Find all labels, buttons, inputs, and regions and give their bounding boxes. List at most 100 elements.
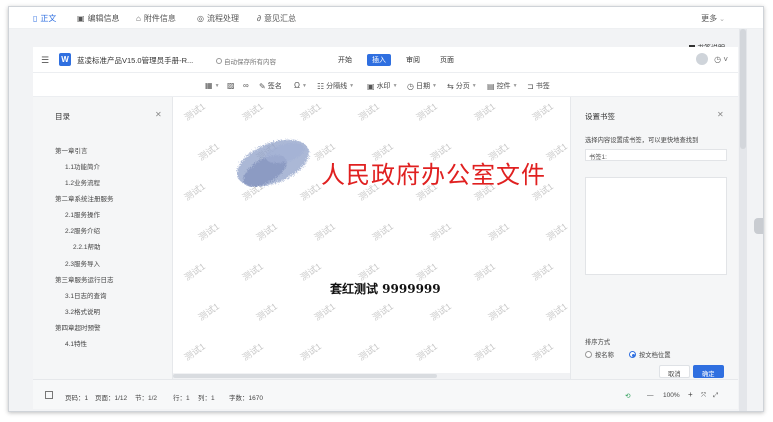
close-icon[interactable]: ✕ <box>717 110 724 119</box>
status-page-number: 页码：1 <box>65 395 89 402</box>
chevron-down-icon: ▼ <box>214 82 220 89</box>
menu-start[interactable]: 开始 <box>333 54 357 66</box>
table-icon: ▦ <box>205 81 213 90</box>
toc-item[interactable]: 2.1服务操作 <box>65 209 100 219</box>
content-strip: 书签说明 ☰ W 蓝凌标准产品V15.0管理员手册-R... 自动保存所有内容 … <box>9 29 763 411</box>
outline-toggle-icon[interactable] <box>45 391 53 399</box>
sync-icon[interactable]: ⟲ <box>625 392 630 400</box>
chevron-down-icon: ▼ <box>471 83 477 89</box>
sort-by-position-radio[interactable]: 按文档位置 <box>629 350 670 359</box>
watermark-text: 测试1 <box>530 341 556 363</box>
bookmark-label: 书签 <box>535 83 550 90</box>
watermark-button[interactable]: ▣ 水印 ▼ <box>367 81 398 91</box>
page-break-label: 分页 <box>455 83 470 90</box>
radio-label: 按文档位置 <box>639 352 671 359</box>
cancel-button[interactable]: 取消 <box>659 365 690 378</box>
close-icon[interactable]: ✕ <box>155 110 162 119</box>
watermark-text: 测试1 <box>312 301 338 323</box>
radio-label: 按名称 <box>595 352 614 359</box>
side-collapse-handle[interactable] <box>754 218 763 234</box>
menu-review[interactable]: 审阅 <box>401 54 425 66</box>
ribbon-menu: 开始 插入 审阅 页面 <box>333 54 459 66</box>
tab-main-text[interactable]: ▯ 正文 <box>33 13 56 24</box>
window-frame: ▯ 正文 ▣ 编辑信息 ⌂ 附件信息 ◎ 流程处理 ∂ 意见汇总 更多⌄ 书签说… <box>8 6 764 412</box>
status-pages: 页面：1/12 <box>95 395 128 402</box>
signature-icon: ✎ <box>259 81 266 91</box>
page-break-button[interactable]: ⇆ 分页 ▼ <box>447 81 477 91</box>
bookmark-panel-title: 设置书签 <box>585 112 615 121</box>
watermark-text: 测试1 <box>196 221 222 243</box>
bookmark-icon: ⊐ <box>527 81 534 91</box>
menu-insert[interactable]: 插入 <box>367 54 391 66</box>
divider-button[interactable]: ☷ 分隔线 ▼ <box>317 81 354 91</box>
toc-item[interactable]: 2.3服务导入 <box>65 258 100 268</box>
status-bar: 页码：1 页面：1/12 节：1/2 行：1 列：1 字数：1670 ⟲ — 1… <box>33 379 738 409</box>
doc-icon: ▯ <box>33 14 38 23</box>
watermark-text: 测试1 <box>196 141 222 163</box>
avatar[interactable] <box>696 53 708 65</box>
toc-item[interactable]: 2.2服务介绍 <box>65 225 100 235</box>
image-icon: ▨ <box>227 81 235 90</box>
date-button[interactable]: ◷ 日期 ▼ <box>407 81 437 91</box>
scrollbar-thumb[interactable] <box>740 29 746 149</box>
edit-icon: ▣ <box>77 14 85 23</box>
history-icon[interactable]: ◷ ˅ <box>714 55 728 64</box>
bookmark-button[interactable]: ⊐ 书签 <box>527 81 550 91</box>
toc-title: 目录 <box>55 112 70 121</box>
document-page[interactable]: 测试1 测试1 测试1 测试1 测试1 测试1 测试1 测试1 测试1 测试1 测试1 测试1 测试1 测… <box>173 97 570 379</box>
radio-selected-icon <box>629 351 636 358</box>
menu-icon[interactable]: ☰ <box>41 55 49 66</box>
toc-item[interactable]: 第二章系统注册服务 <box>55 193 114 203</box>
toc-item[interactable]: 3.2格式说明 <box>65 306 100 316</box>
fit-page-icon[interactable]: ⤧ <box>701 392 706 400</box>
toc-item[interactable]: 第三章服务运行日志 <box>55 274 114 284</box>
more-menu[interactable]: 更多 ⌄ <box>701 13 725 24</box>
seal-stamp-image <box>236 139 310 187</box>
tab-opinion-summary[interactable]: ∂ 意见汇总 <box>257 13 296 24</box>
watermark-text: 测试1 <box>254 301 280 323</box>
signature-label: 签名 <box>267 83 282 90</box>
bookmark-name-input[interactable]: 书签1: <box>585 149 727 161</box>
signature-button[interactable]: ✎ 签名 <box>259 81 282 91</box>
image-button[interactable]: ▨ <box>227 81 235 90</box>
zoom-level[interactable]: 100% <box>663 392 680 399</box>
scrollbar-thumb[interactable] <box>173 374 437 378</box>
app-logo-icon: W <box>59 53 71 66</box>
bookmark-list[interactable] <box>585 177 727 275</box>
watermark-text: 测试1 <box>486 301 512 323</box>
toc-item[interactable]: 4.1特性 <box>65 338 87 348</box>
divider-icon: ☷ <box>317 81 325 91</box>
autosave-label: 自动保存所有内容 <box>224 59 276 66</box>
link-button[interactable]: ∞ <box>243 81 249 90</box>
status-col: 列：1 <box>198 395 215 402</box>
table-button[interactable]: ▦ ▼ <box>205 81 220 90</box>
vertical-scrollbar[interactable] <box>739 29 747 411</box>
controls-button[interactable]: ▤ 控件 ▼ <box>487 81 518 91</box>
more-label: 更多 <box>701 14 718 23</box>
toc-item[interactable]: 2.2.1帮助 <box>73 241 100 251</box>
toc-item[interactable]: 第一章引言 <box>55 145 88 155</box>
flow-icon: ◎ <box>197 14 204 23</box>
zoom-out-icon[interactable]: — <box>647 392 654 399</box>
toc-item[interactable]: 3.1日志的查询 <box>65 290 107 300</box>
bookmark-hint: 选择内容设置成书签，可以更快地查找到 <box>585 137 699 144</box>
tab-edit-info[interactable]: ▣ 编辑信息 <box>77 13 120 24</box>
watermark-text: 测试1 <box>544 221 570 243</box>
status-row: 行：1 <box>173 395 190 402</box>
controls-label: 控件 <box>496 83 511 90</box>
watermark-text: 测试1 <box>472 341 498 363</box>
ok-button[interactable]: 确定 <box>693 365 724 378</box>
watermark-text: 测试1 <box>472 261 498 283</box>
symbol-button[interactable]: Ω ▼ <box>294 81 307 90</box>
watermark-text: 测试1 <box>356 101 382 123</box>
fullscreen-icon[interactable]: ⤢ <box>713 392 718 400</box>
menu-page[interactable]: 页面 <box>435 54 459 66</box>
toc-item[interactable]: 1.2业务流程 <box>65 177 100 187</box>
toc-item[interactable]: 1.1功能简介 <box>65 161 100 171</box>
tab-flow[interactable]: ◎ 流程处理 <box>197 13 239 24</box>
tab-label: 附件信息 <box>143 14 176 23</box>
toc-item[interactable]: 第四章超时预警 <box>55 322 101 332</box>
zoom-in-icon[interactable]: + <box>688 390 693 399</box>
tab-attachment-info[interactable]: ⌂ 附件信息 <box>136 13 176 24</box>
sort-by-name-radio[interactable]: 按名称 <box>585 350 614 359</box>
